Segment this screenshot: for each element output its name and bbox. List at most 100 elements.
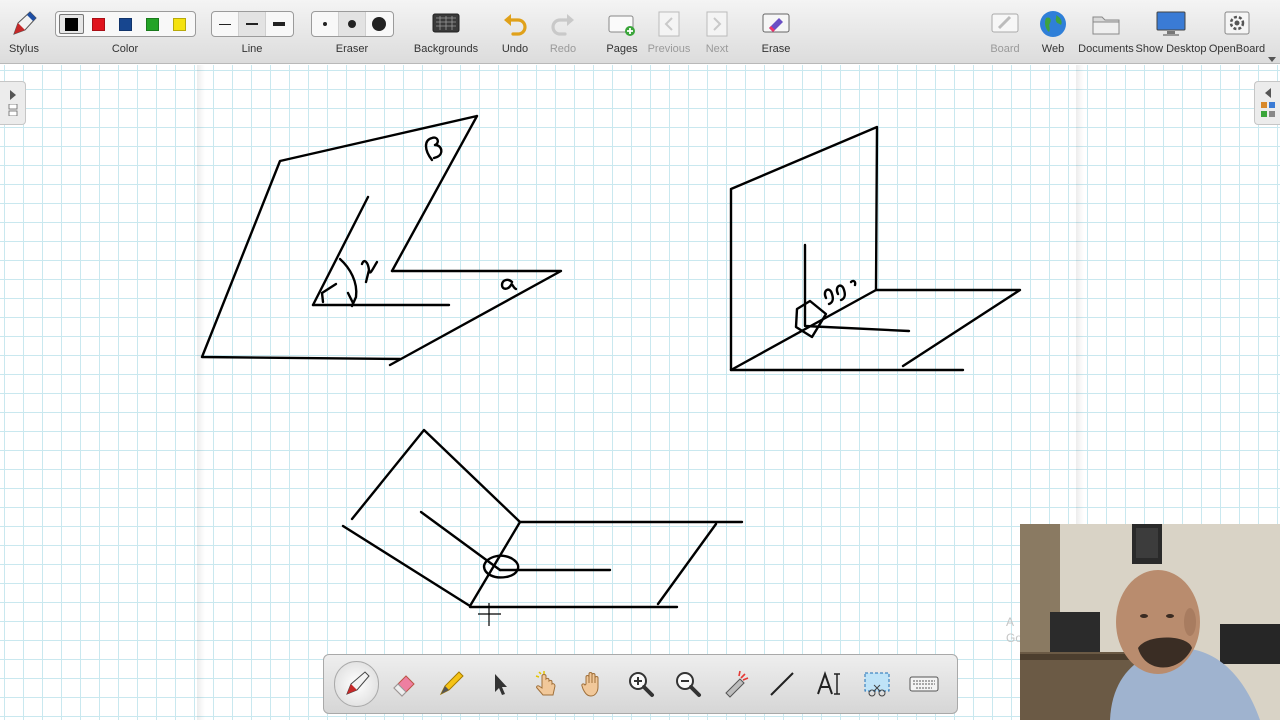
redo-icon <box>549 6 577 42</box>
erase-label: Erase <box>761 43 791 55</box>
plane-beta <box>200 114 479 361</box>
highlighter-icon <box>440 671 465 696</box>
label-beta-glyph <box>424 136 443 162</box>
color-swatch-green[interactable] <box>140 14 165 34</box>
eraser-tool-button[interactable] <box>381 661 426 707</box>
line-width-picker[interactable]: Line <box>210 0 294 64</box>
zoom-out-icon <box>675 672 701 697</box>
previous-page-icon <box>656 6 682 42</box>
zoom-in-icon <box>628 672 654 697</box>
eraser-small-option[interactable] <box>312 12 339 36</box>
perpendicular-ray <box>803 243 911 333</box>
label-gamma-glyph <box>360 259 379 284</box>
line-label: Line <box>241 43 263 55</box>
show-desktop-button[interactable]: Show Desktop <box>1135 0 1207 64</box>
board-label: Board <box>990 43 1020 55</box>
globe-icon <box>1038 6 1068 42</box>
line-thin-option[interactable] <box>212 12 239 36</box>
add-page-icon <box>607 6 637 42</box>
previous-page-button[interactable]: Previous <box>646 0 692 64</box>
selector-tool-button[interactable] <box>476 661 521 707</box>
angle-arc-gamma <box>338 257 358 308</box>
board-button[interactable]: Board <box>986 0 1024 64</box>
arrow-pointer-icon <box>494 674 507 695</box>
openboard-label: OpenBoard <box>1208 43 1266 55</box>
stylus-icon <box>9 6 39 42</box>
hand-tool-button[interactable] <box>571 661 616 707</box>
web-button[interactable]: Web <box>1034 0 1072 64</box>
keyboard-icon <box>909 676 939 692</box>
folder-icon <box>1090 6 1122 42</box>
next-page-button[interactable]: Next <box>698 0 736 64</box>
plane-alpha <box>388 269 563 367</box>
stylus-button[interactable]: Stylus <box>4 0 44 64</box>
pages-label: Pages <box>606 43 638 55</box>
laser-pointer-icon <box>725 670 749 698</box>
undo-label: Undo <box>501 43 529 55</box>
hand-pan-icon <box>581 672 599 697</box>
pen-icon <box>345 671 370 695</box>
show-desktop-label: Show Desktop <box>1135 43 1207 55</box>
tool-dock <box>323 654 958 714</box>
erase-board-icon <box>761 6 791 42</box>
perpendicular-figure <box>729 125 1022 372</box>
color-picker[interactable]: Color <box>54 0 196 64</box>
right-angle-marker <box>320 282 355 305</box>
documents-label: Documents <box>1078 43 1134 55</box>
web-label: Web <box>1041 43 1065 55</box>
zoom-out-tool-button[interactable] <box>665 661 710 707</box>
line-thick-option[interactable] <box>266 12 293 36</box>
backgrounds-button[interactable]: Backgrounds <box>414 0 478 64</box>
backgrounds-icon <box>431 6 461 42</box>
line-medium-option[interactable] <box>238 12 266 36</box>
edge-ray-up <box>311 195 370 307</box>
next-label: Next <box>705 43 729 55</box>
label-alpha-glyph <box>500 278 518 291</box>
redo-button[interactable]: Redo <box>544 0 582 64</box>
line-width-group <box>210 11 294 37</box>
openboard-menu-button[interactable]: OpenBoard <box>1208 0 1266 64</box>
line-tool-button[interactable] <box>760 661 805 707</box>
virtual-keyboard-tool-button[interactable] <box>902 661 947 707</box>
board-icon <box>990 6 1020 42</box>
interact-tool-button[interactable] <box>523 661 568 707</box>
highlighter-tool-button[interactable] <box>429 661 474 707</box>
eraser-size-picker[interactable]: Eraser <box>310 0 394 64</box>
pages-button[interactable]: Pages <box>602 0 642 64</box>
color-swatch-red[interactable] <box>86 14 111 34</box>
color-swatch-blue[interactable] <box>113 14 138 34</box>
webcam-video-overlay <box>1020 524 1280 720</box>
color-label: Color <box>111 43 139 55</box>
stylus-label: Stylus <box>9 43 39 55</box>
capture-tool-button[interactable] <box>854 661 899 707</box>
dihedral-figure-1 <box>200 114 563 367</box>
undo-button[interactable]: Undo <box>496 0 534 64</box>
text-tool-button[interactable] <box>807 661 852 707</box>
next-page-icon <box>704 6 730 42</box>
backgrounds-label: Backgrounds <box>413 43 479 55</box>
erase-button[interactable]: Erase <box>756 0 796 64</box>
line-icon <box>770 672 795 696</box>
redo-label: Redo <box>549 43 577 55</box>
main-toolbar: Stylus Color Line Eraser Backgrounds Und… <box>0 0 1280 64</box>
upper-plane <box>341 428 522 608</box>
eraser-icon <box>393 675 415 697</box>
eraser-size-group <box>310 11 394 37</box>
laser-pointer-tool-button[interactable] <box>713 661 758 707</box>
color-swatch-group <box>54 11 196 37</box>
pen-tool-button[interactable] <box>334 661 380 707</box>
eraser-medium-option[interactable] <box>338 12 366 36</box>
inner-ray-a <box>419 510 502 572</box>
documents-button[interactable]: Documents <box>1078 0 1134 64</box>
undo-icon <box>501 6 529 42</box>
color-swatch-black[interactable] <box>58 14 84 34</box>
settings-gear-icon <box>1222 6 1252 42</box>
previous-label: Previous <box>647 43 691 55</box>
text-icon <box>816 670 840 695</box>
presenter-video-frame <box>1020 524 1280 720</box>
eraser-large-option[interactable] <box>366 12 393 36</box>
color-swatch-yellow[interactable] <box>167 14 192 34</box>
lower-plane <box>468 520 744 609</box>
zoom-in-tool-button[interactable] <box>618 661 663 707</box>
label-90-glyph <box>823 279 857 306</box>
